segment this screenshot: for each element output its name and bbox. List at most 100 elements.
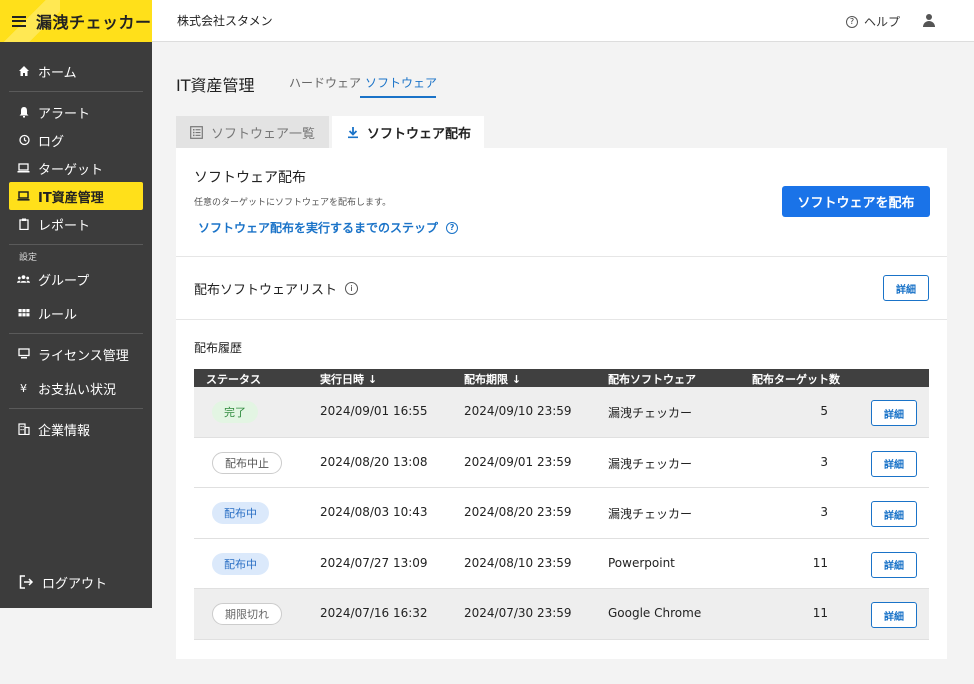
sidebar-item-home[interactable]: ホーム <box>9 57 143 85</box>
sidebar: 漏洩チェッカー ホーム アラート ログ ターゲット IT資産管理 レポート 設定… <box>0 0 152 608</box>
sidebar-item-company[interactable]: 企業情報 <box>9 415 143 443</box>
info-icon[interactable]: i <box>345 282 359 295</box>
divider <box>176 256 947 257</box>
executed-cell: 2024/08/20 13:08 <box>320 454 428 469</box>
row-detail-button[interactable]: 詳細 <box>871 450 917 477</box>
deadline-cell: 2024/09/01 23:59 <box>464 454 572 469</box>
list-title-label: 配布ソフトウェアリスト <box>194 283 338 298</box>
download-icon <box>346 126 359 139</box>
active-tab-indicator <box>360 96 436 98</box>
help-label: ヘルプ <box>863 15 900 29</box>
executed-cell: 2024/08/03 10:43 <box>320 505 428 519</box>
distribution-list-title: 配布ソフトウェアリスト i <box>194 279 359 298</box>
table-row: 配布中 2024/07/27 13:09 2024/08/10 23:59 Po… <box>194 539 929 589</box>
software-cell: 漏洩チェッカー <box>608 507 693 521</box>
distribution-panel: ソフトウェア配布 任意のターゲットにソフトウェアを配布します。 ソフトウェア配布… <box>176 148 947 659</box>
deadline-cell: 2024/08/20 23:59 <box>464 505 572 519</box>
targets-cell: 3 <box>820 505 828 519</box>
home-icon <box>17 65 30 78</box>
sidebar-item-billing[interactable]: ¥ お支払い状況 <box>9 374 143 402</box>
tab-hardware[interactable]: ハードウェア <box>289 74 361 91</box>
table-row: 完了 2024/09/01 16:55 2024/09/10 23:59 漏洩チ… <box>194 387 929 438</box>
yen-icon: ¥ <box>20 381 27 395</box>
brand-bar: 漏洩チェッカー <box>0 0 152 42</box>
software-cell: 漏洩チェッカー <box>608 456 693 471</box>
targets-cell: 5 <box>820 404 828 418</box>
sidebar-item-label: IT資産管理 <box>38 190 104 206</box>
steps-link-label: ソフトウェア配布を実行するまでのステップ <box>198 221 439 235</box>
executed-cell: 2024/07/16 16:32 <box>320 606 428 620</box>
menu-icon[interactable] <box>12 15 26 27</box>
executed-cell: 2024/09/01 16:55 <box>320 404 428 418</box>
logout-label: ログアウト <box>42 576 108 592</box>
deadline-cell: 2024/09/10 23:59 <box>464 404 572 418</box>
sidebar-item-log[interactable]: ログ <box>9 126 143 154</box>
column-header-status: ステータス <box>206 373 261 386</box>
user-icon[interactable] <box>922 14 936 28</box>
row-detail-button[interactable]: 詳細 <box>871 400 917 426</box>
sidebar-item-group[interactable]: グループ <box>9 265 143 293</box>
sidebar-item-license[interactable]: ライセンス管理 <box>9 340 143 368</box>
history-table: ステータス 実行日時 ↓ 配布期限 ↓ 配布ソフトウェア 配布ターゲット数 完了… <box>194 369 929 640</box>
table-row: 期限切れ 2024/07/16 16:32 2024/07/30 23:59 G… <box>194 589 929 640</box>
status-badge: 配布中 <box>212 552 269 575</box>
list-icon <box>190 125 203 139</box>
sidebar-item-label: 企業情報 <box>38 423 91 439</box>
sidebar-item-label: お支払い状況 <box>38 382 117 398</box>
divider <box>9 244 143 245</box>
status-badge: 配布中 <box>212 502 269 524</box>
row-detail-button[interactable]: 詳細 <box>871 501 917 527</box>
targets-cell: 11 <box>812 555 828 570</box>
company-name: 株式会社スタメン <box>177 14 273 28</box>
sidebar-item-label: ライセンス管理 <box>38 348 129 364</box>
laptop-icon <box>17 162 30 175</box>
column-header-executed[interactable]: 実行日時 ↓ <box>320 371 377 387</box>
help-button[interactable]: ? ヘルプ <box>845 13 900 30</box>
list-detail-button[interactable]: 詳細 <box>883 275 929 301</box>
table-row: 配布中止 2024/08/20 13:08 2024/09/01 23:59 漏… <box>194 438 929 488</box>
help-icon: ? <box>845 15 858 28</box>
row-detail-button[interactable]: 詳細 <box>871 602 917 628</box>
row-detail-button[interactable]: 詳細 <box>871 551 917 578</box>
column-header-deadline[interactable]: 配布期限 ↓ <box>464 371 521 387</box>
sidebar-item-label: ルール <box>38 307 78 323</box>
sidebar-item-label: ホーム <box>38 65 77 81</box>
page-title: IT資産管理 <box>176 76 255 95</box>
divider <box>176 319 947 320</box>
deadline-cell: 2024/07/30 23:59 <box>464 606 572 620</box>
sidebar-item-target[interactable]: ターゲット <box>9 154 143 182</box>
sidebar-item-it-assets[interactable]: IT資産管理 <box>9 182 143 210</box>
column-header-software: 配布ソフトウェア <box>608 373 696 386</box>
panel-description: 任意のターゲットにソフトウェアを配布します。 <box>194 198 392 208</box>
tab-software-list[interactable]: ソフトウェア一覧 <box>176 116 329 148</box>
panel-title: ソフトウェア配布 <box>194 170 306 186</box>
status-badge: 配布中止 <box>212 451 282 474</box>
history-title: 配布履歴 <box>194 341 243 355</box>
sidebar-item-label: グループ <box>38 273 90 289</box>
executed-cell: 2024/07/27 13:09 <box>320 555 428 570</box>
history-icon <box>17 134 30 147</box>
sidebar-item-label: レポート <box>38 218 91 234</box>
divider <box>9 408 143 409</box>
sidebar-item-report[interactable]: レポート <box>9 210 143 238</box>
logout-button[interactable]: ログアウト <box>19 568 107 596</box>
steps-link[interactable]: ソフトウェア配布を実行するまでのステップ ? <box>198 219 459 236</box>
divider <box>9 91 143 92</box>
divider <box>9 333 143 334</box>
sidebar-item-label: ターゲット <box>38 162 104 178</box>
logout-icon <box>19 575 34 590</box>
monitor-icon <box>17 348 30 361</box>
sidebar-item-label: ログ <box>38 134 65 150</box>
tab-software[interactable]: ソフトウェア <box>365 74 437 91</box>
targets-cell: 3 <box>820 454 828 469</box>
sidebar-item-alert[interactable]: アラート <box>9 98 143 126</box>
distribute-software-button[interactable]: ソフトウェアを配布 <box>782 186 930 217</box>
grid-icon <box>17 307 30 320</box>
section-label-settings: 設定 <box>19 253 38 263</box>
targets-cell: 11 <box>812 606 828 620</box>
tab-software-distribution[interactable]: ソフトウェア配布 <box>332 116 484 148</box>
table-header: ステータス 実行日時 ↓ 配布期限 ↓ 配布ソフトウェア 配布ターゲット数 <box>194 369 929 387</box>
software-cell: Powerpoint <box>608 555 675 570</box>
sidebar-item-rule[interactable]: ルール <box>9 299 143 327</box>
building-icon <box>17 423 30 436</box>
